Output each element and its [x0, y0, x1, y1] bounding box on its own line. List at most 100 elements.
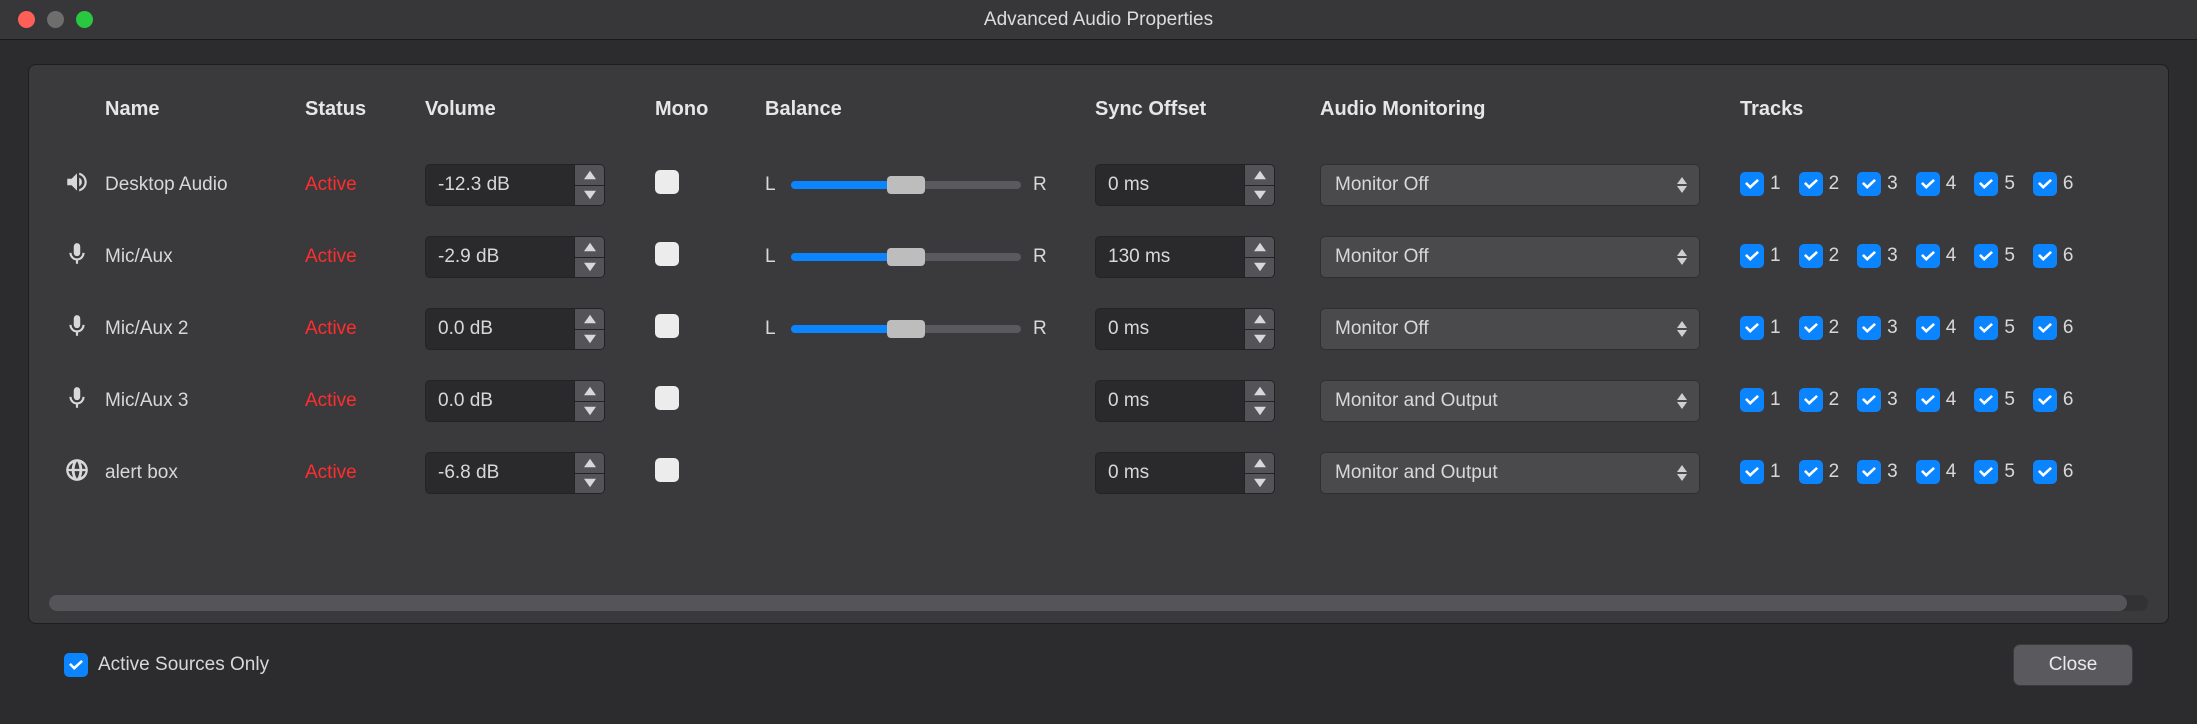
sync-offset-stepper-value[interactable]: 130 ms — [1096, 237, 1244, 277]
track-3-checkbox[interactable] — [1857, 388, 1881, 412]
col-header-name: Name — [105, 98, 305, 121]
sync-offset-stepper-value[interactable]: 0 ms — [1096, 165, 1244, 205]
track-5-checkbox[interactable] — [1974, 172, 1998, 196]
volume-stepper[interactable]: 0.0 dB — [425, 380, 605, 422]
sync-offset-stepper-value[interactable]: 0 ms — [1096, 309, 1244, 349]
track-1-label: 1 — [1770, 317, 1781, 339]
volume-stepper-up[interactable] — [575, 237, 604, 258]
track-4-checkbox[interactable] — [1916, 388, 1940, 412]
volume-stepper[interactable]: -12.3 dB — [425, 164, 605, 206]
mono-checkbox[interactable] — [655, 170, 679, 194]
track-2-checkbox[interactable] — [1799, 316, 1823, 340]
balance-track[interactable] — [791, 181, 1021, 189]
mono-checkbox[interactable] — [655, 242, 679, 266]
sync-offset-stepper[interactable]: 0 ms — [1095, 380, 1275, 422]
volume-stepper-down[interactable] — [575, 402, 604, 422]
sync-offset-stepper[interactable]: 0 ms — [1095, 164, 1275, 206]
sync-offset-stepper-up[interactable] — [1245, 453, 1274, 474]
balance-thumb[interactable] — [887, 176, 925, 194]
sync-offset-stepper-value[interactable]: 0 ms — [1096, 381, 1244, 421]
track-1-checkbox[interactable] — [1740, 388, 1764, 412]
audio-monitoring-select[interactable]: Monitor Off — [1320, 308, 1700, 350]
volume-stepper-value[interactable]: 0.0 dB — [426, 381, 574, 421]
scrollbar-thumb[interactable] — [49, 595, 2127, 611]
sync-offset-stepper-down[interactable] — [1245, 474, 1274, 494]
volume-stepper-down[interactable] — [575, 186, 604, 206]
track-3-checkbox[interactable] — [1857, 244, 1881, 268]
track-4-checkbox[interactable] — [1916, 244, 1940, 268]
sync-offset-stepper[interactable]: 130 ms — [1095, 236, 1275, 278]
balance-left-label: L — [765, 174, 779, 196]
track-4-checkbox[interactable] — [1916, 172, 1940, 196]
track-4-checkbox[interactable] — [1916, 460, 1940, 484]
sync-offset-stepper[interactable]: 0 ms — [1095, 308, 1275, 350]
sync-offset-stepper-down[interactable] — [1245, 186, 1274, 206]
close-button[interactable]: Close — [2013, 644, 2133, 686]
sync-offset-stepper-up[interactable] — [1245, 165, 1274, 186]
sync-offset-stepper-value[interactable]: 0 ms — [1096, 453, 1244, 493]
horizontal-scrollbar[interactable] — [49, 595, 2148, 611]
volume-stepper-value[interactable]: -12.3 dB — [426, 165, 574, 205]
audio-monitoring-select[interactable]: Monitor Off — [1320, 164, 1700, 206]
track-1-checkbox[interactable] — [1740, 460, 1764, 484]
minimize-window-icon[interactable] — [47, 11, 64, 28]
zoom-window-icon[interactable] — [76, 11, 93, 28]
track-5-checkbox[interactable] — [1974, 388, 1998, 412]
volume-stepper-up[interactable] — [575, 453, 604, 474]
track-1-checkbox[interactable] — [1740, 316, 1764, 340]
track-2-checkbox[interactable] — [1799, 460, 1823, 484]
volume-stepper-down[interactable] — [575, 330, 604, 350]
active-sources-only-checkbox[interactable] — [64, 653, 88, 677]
sync-offset-stepper-down[interactable] — [1245, 402, 1274, 422]
volume-stepper[interactable]: 0.0 dB — [425, 308, 605, 350]
volume-stepper-down[interactable] — [575, 474, 604, 494]
track-1-checkbox[interactable] — [1740, 244, 1764, 268]
track-3-checkbox[interactable] — [1857, 460, 1881, 484]
balance-thumb[interactable] — [887, 320, 925, 338]
sync-offset-stepper-up[interactable] — [1245, 381, 1274, 402]
mono-checkbox[interactable] — [655, 314, 679, 338]
balance-track[interactable] — [791, 253, 1021, 261]
track-6-checkbox[interactable] — [2033, 244, 2057, 268]
sync-offset-stepper-down[interactable] — [1245, 258, 1274, 278]
track-6-checkbox[interactable] — [2033, 316, 2057, 340]
mono-checkbox[interactable] — [655, 458, 679, 482]
track-3-checkbox[interactable] — [1857, 172, 1881, 196]
track-1-checkbox[interactable] — [1740, 172, 1764, 196]
sync-offset-stepper[interactable]: 0 ms — [1095, 452, 1275, 494]
volume-stepper-up[interactable] — [575, 309, 604, 330]
sync-offset-stepper-up[interactable] — [1245, 237, 1274, 258]
mono-checkbox[interactable] — [655, 386, 679, 410]
volume-stepper-value[interactable]: 0.0 dB — [426, 309, 574, 349]
audio-monitoring-select[interactable]: Monitor Off — [1320, 236, 1700, 278]
track-5-checkbox[interactable] — [1974, 460, 1998, 484]
balance-track[interactable] — [791, 325, 1021, 333]
track-4-checkbox[interactable] — [1916, 316, 1940, 340]
audio-monitoring-select[interactable]: Monitor and Output — [1320, 452, 1700, 494]
volume-stepper-value[interactable]: -2.9 dB — [426, 237, 574, 277]
volume-stepper-up[interactable] — [575, 165, 604, 186]
track-2-checkbox[interactable] — [1799, 388, 1823, 412]
volume-stepper[interactable]: -2.9 dB — [425, 236, 605, 278]
source-status: Active — [305, 390, 425, 412]
track-3-checkbox[interactable] — [1857, 316, 1881, 340]
balance-slider[interactable]: L R — [765, 246, 1095, 268]
sync-offset-stepper-down[interactable] — [1245, 330, 1274, 350]
track-2-checkbox[interactable] — [1799, 172, 1823, 196]
sync-offset-stepper-up[interactable] — [1245, 309, 1274, 330]
track-5-checkbox[interactable] — [1974, 244, 1998, 268]
track-2-checkbox[interactable] — [1799, 244, 1823, 268]
volume-stepper-down[interactable] — [575, 258, 604, 278]
volume-stepper-up[interactable] — [575, 381, 604, 402]
close-window-icon[interactable] — [18, 11, 35, 28]
balance-slider[interactable]: L R — [765, 318, 1095, 340]
track-5-checkbox[interactable] — [1974, 316, 1998, 340]
track-6-checkbox[interactable] — [2033, 460, 2057, 484]
balance-slider[interactable]: L R — [765, 174, 1095, 196]
volume-stepper-value[interactable]: -6.8 dB — [426, 453, 574, 493]
track-6-checkbox[interactable] — [2033, 388, 2057, 412]
audio-monitoring-select[interactable]: Monitor and Output — [1320, 380, 1700, 422]
volume-stepper[interactable]: -6.8 dB — [425, 452, 605, 494]
balance-thumb[interactable] — [887, 248, 925, 266]
track-6-checkbox[interactable] — [2033, 172, 2057, 196]
